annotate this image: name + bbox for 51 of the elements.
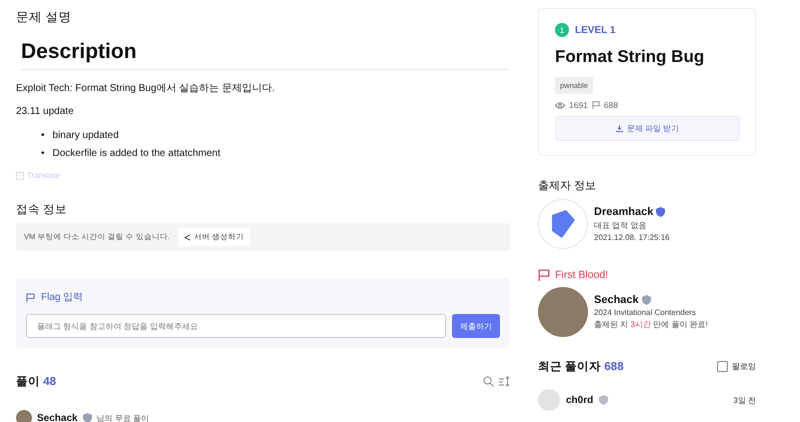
photo-placeholder: [538, 287, 588, 337]
section-title: 문제 설명: [16, 9, 72, 26]
flag-icon: [592, 101, 600, 109]
flag-title: Flag 입력: [41, 291, 84, 304]
description-heading: Description: [21, 40, 510, 70]
author-title: 출제자 정보: [538, 179, 598, 193]
author-date: 2021.12.08. 17:25:16: [594, 233, 670, 242]
shield-icon: [599, 395, 608, 405]
bullet-marker: •: [41, 129, 45, 143]
solver-name[interactable]: ch0rd: [566, 394, 594, 406]
download-icon: [616, 125, 623, 132]
bullet-item: binary updated: [52, 129, 119, 143]
solve-time: 3일 전: [733, 394, 756, 406]
solutions-count: 48: [43, 376, 56, 388]
search-icon[interactable]: [483, 376, 494, 386]
flag-input[interactable]: 플래그 형식을 참고하여 정답을 입력해주세요: [26, 314, 446, 338]
flag-icon: [538, 269, 550, 281]
update-text: 23.11 update: [16, 106, 75, 117]
download-button[interactable]: 문제 파일 받기: [555, 116, 740, 141]
author-name[interactable]: Dreamhack: [594, 206, 654, 218]
following-label: 팔로잉: [732, 360, 756, 372]
first-blood-title: First Blood!: [555, 269, 608, 281]
views-count: 1691: [569, 100, 588, 110]
level-badge: 1: [555, 23, 569, 37]
sort-icon[interactable]: [499, 376, 510, 386]
verified-icon: [656, 207, 666, 217]
connection-title: 접속 정보: [16, 203, 68, 217]
solver-name[interactable]: Sechack: [37, 412, 78, 422]
eye-icon: [555, 102, 565, 108]
shield-logo-icon: [550, 209, 576, 239]
first-blood-achievement: 2024 Invitational Contenders: [594, 308, 697, 317]
recent-solvers-count: 688: [604, 361, 624, 373]
level-text: LEVEL 1: [575, 24, 616, 36]
shield-icon: [642, 295, 651, 305]
description-text: Exploit Tech: Format String Bug에서 실습하는 문제입니다.: [16, 82, 276, 95]
solutions-title: 풀이: [16, 376, 41, 388]
following-checkbox[interactable]: [717, 360, 728, 372]
first-blood-name[interactable]: Sechack: [594, 294, 639, 306]
challenge-title: Format String Bug: [555, 47, 706, 67]
avatar-placeholder: [16, 410, 32, 422]
author-achievement: 대표 업적 없음: [594, 220, 648, 231]
solution-label: 님의 무료 풀이: [96, 412, 150, 422]
comments-count: 688: [604, 100, 618, 110]
submit-button[interactable]: 제출하기: [452, 314, 500, 338]
bullet-marker: •: [41, 147, 45, 161]
bullet-item: Dockerfile is added to the attatchment: [52, 147, 220, 161]
first-blood-time: 출제된 지 3시간 만에 풀이 완료!: [594, 319, 708, 330]
flag-icon: [26, 292, 35, 302]
shield-icon: [82, 413, 92, 422]
avatar-placeholder: [538, 389, 560, 411]
recent-solvers-title: 최근 풀이자: [538, 361, 602, 373]
